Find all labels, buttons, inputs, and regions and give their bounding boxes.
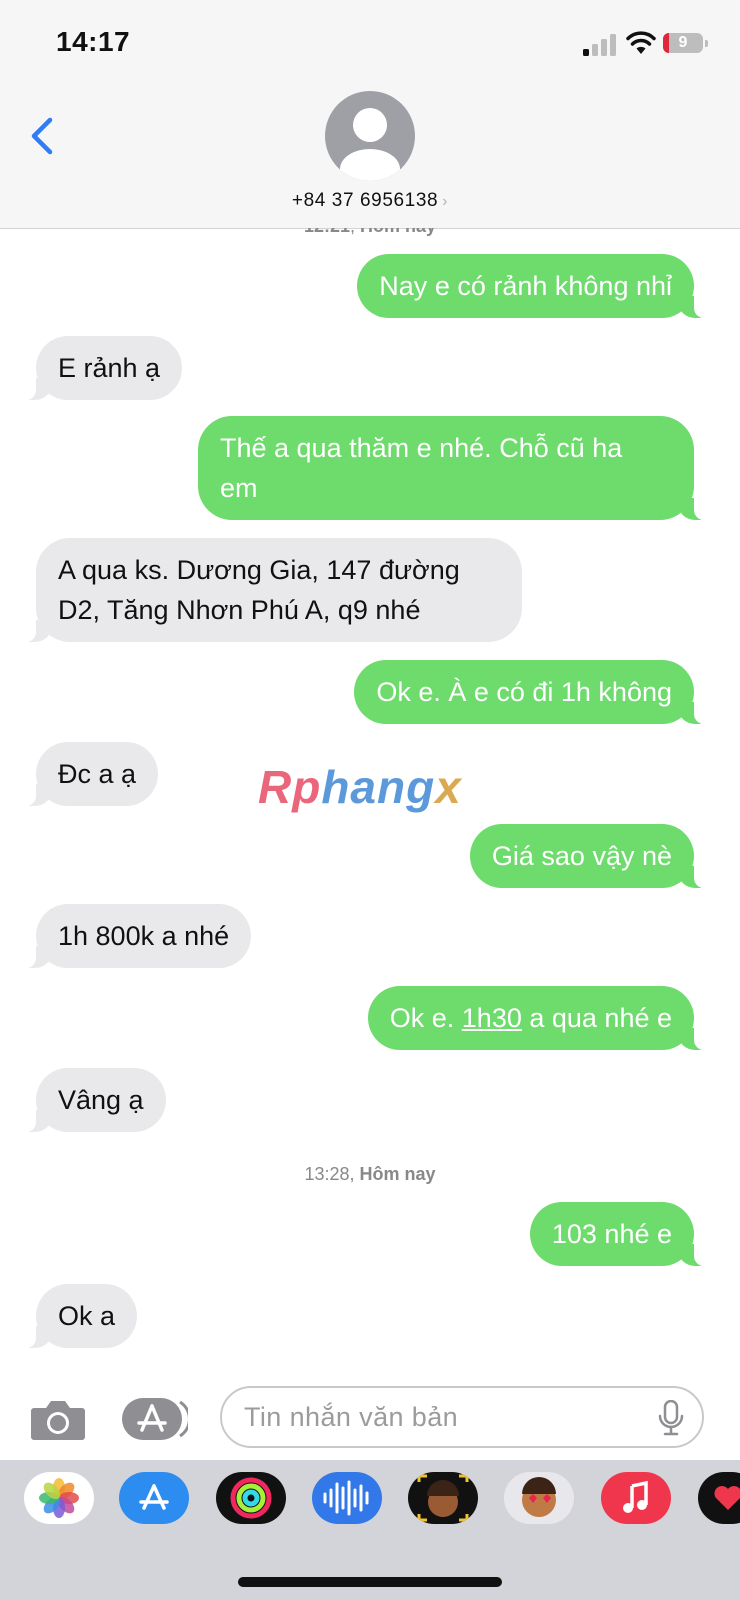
message-line: em [220, 473, 258, 503]
message-input-placeholder: Tin nhắn văn bản [244, 1402, 459, 1432]
message-bubble-outgoing[interactable]: Giá sao vậy nè [469, 824, 707, 888]
battery-level: 9 [678, 34, 688, 51]
app-store-icon[interactable] [119, 1472, 189, 1524]
message-bubble-outgoing[interactable]: Nay e có rảnh không nhỉ [357, 254, 706, 318]
message-input[interactable]: Tin nhắn văn bản [220, 1386, 704, 1448]
time-link[interactable]: 1h30 [462, 1003, 522, 1033]
timestamp-day: Hôm nay [359, 1164, 436, 1184]
message-bubble-outgoing[interactable]: Ok e. À e có đi 1h không [354, 660, 706, 724]
message-line: Thế a qua thăm e nhé. Chỗ cũ ha [220, 433, 623, 463]
cellular-signal-icon [583, 34, 616, 56]
status-time: 14:17 [56, 26, 131, 57]
contact-name[interactable]: +84 37 6956138 › [0, 190, 740, 212]
conversation-header: +84 37 6956138 › [0, 90, 740, 229]
watermark-logo: Rphangx [258, 760, 462, 814]
timestamp: 12:21, Hôm nay [0, 228, 740, 237]
timestamp-time: 13:28 [304, 1164, 350, 1184]
message-bubble-incoming[interactable]: 1h 800k a nhé [23, 904, 252, 968]
message-bubble-outgoing[interactable]: Thế a qua thăm e nhé. Chỗ cũ ha em [198, 416, 706, 520]
home-indicator[interactable] [238, 1577, 502, 1587]
apps-icon[interactable] [122, 1396, 188, 1442]
battery-icon: 9 [663, 33, 708, 53]
message-line: A qua ks. Dương Gia, 147 đường [58, 555, 460, 585]
contact-avatar[interactable] [325, 91, 415, 181]
photos-icon[interactable] [24, 1472, 94, 1524]
microphone-icon[interactable] [658, 1400, 684, 1436]
activity-icon[interactable] [216, 1472, 286, 1524]
message-list[interactable]: 12:21, Hôm nay Nay e có rảnh không nhỉ E… [0, 228, 740, 1378]
timestamp-day: Hôm nay [360, 228, 436, 236]
camera-icon[interactable] [30, 1396, 86, 1442]
message-bubble-incoming[interactable]: A qua ks. Dương Gia, 147 đường D2, Tăng … [24, 538, 522, 642]
message-bubble-incoming[interactable]: E rảnh ạ [23, 336, 183, 400]
compose-bar: Tin nhắn văn bản [0, 1378, 740, 1460]
back-button[interactable] [26, 114, 60, 158]
audio-message-icon[interactable] [312, 1472, 382, 1524]
message-bubble-outgoing[interactable]: Ok e. 1h30 a qua nhé e [367, 986, 707, 1050]
chevron-right-icon: › [442, 193, 449, 210]
message-bubble-outgoing[interactable]: 103 nhé e [529, 1202, 707, 1266]
timestamp: 13:28, Hôm nay [304, 1164, 436, 1184]
memoji-icon[interactable] [408, 1472, 478, 1524]
person-icon [340, 108, 400, 181]
wifi-icon [626, 31, 656, 54]
memoji-stickers-icon[interactable] [504, 1472, 574, 1524]
watermark-part: Rp [258, 761, 322, 813]
message-text: Ok e. [389, 1003, 462, 1033]
watermark-part: x [435, 761, 462, 813]
message-line: D2, Tăng Nhơn Phú A, q9 nhé [58, 595, 421, 625]
message-bubble-incoming[interactable]: Đc a ạ [23, 742, 159, 806]
contact-number: +84 37 6956138 [291, 190, 439, 211]
music-icon[interactable] [601, 1472, 671, 1524]
status-bar: 14:17 9 [0, 0, 740, 90]
digital-touch-icon[interactable] [698, 1472, 740, 1524]
message-bubble-incoming[interactable]: Ok a [23, 1284, 138, 1348]
watermark-part: hang [321, 761, 436, 813]
timestamp-time: 12:21 [304, 228, 350, 236]
message-bubble-incoming[interactable]: Vâng ạ [24, 1068, 166, 1132]
message-text: a qua nhé e [521, 1003, 672, 1033]
